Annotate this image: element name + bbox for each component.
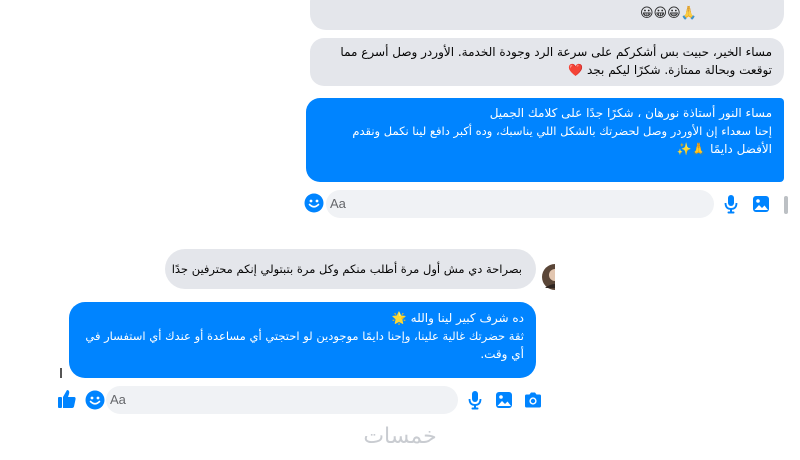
avatar [541, 264, 555, 290]
outgoing-message-line: إحنا سعداء إن الأوردر وصل لحضرتك بالشكل … [352, 124, 772, 138]
like-icon[interactable] [57, 388, 77, 410]
incoming-message-bubble: مساء الخير، حبيت بس أشكركم على سرعة الرد… [310, 38, 784, 86]
composer-more-indicator [784, 196, 788, 214]
watermark-text: خمسات [363, 424, 437, 449]
message-input[interactable]: Aa [326, 190, 714, 218]
outgoing-message-line: أي وقت. [480, 347, 524, 361]
message-input-placeholder: Aa [330, 196, 346, 211]
incoming-message-line: مساء الخير، حبيت بس أشكركم على سرعة الرد… [340, 45, 772, 59]
message-input-placeholder: Aa [110, 392, 126, 407]
outgoing-message-line: ثقة حضرتك غالية علينا، وإحنا دايمًا موجو… [85, 329, 524, 343]
microphone-icon[interactable] [468, 390, 482, 410]
outgoing-message-line: الأفضل دايمًا 🙏✨ [318, 140, 772, 158]
outgoing-message-text: ده شرف كبير لينا والله [410, 311, 524, 325]
outgoing-message-line: ده شرف كبير لينا والله 🌟 [81, 309, 524, 327]
image-icon[interactable] [495, 391, 513, 409]
incoming-message-line: توقعت وبحالة ممتازة. شكرًا ليكم بجد ❤️ [322, 61, 772, 79]
watermark-logo: خمسات [340, 424, 460, 456]
star-emoji: 🌟 [391, 311, 407, 325]
message-input[interactable]: Aa [106, 386, 458, 414]
outgoing-message-line: مساء النور أستاذة نورهان ، شكرًا جدًا عل… [489, 106, 772, 120]
text-cursor [60, 368, 62, 378]
previous-message-emoji: 😀😀😀🙏 [640, 6, 697, 21]
outgoing-message-text: الأفضل دايمًا [710, 142, 772, 156]
smiley-icon[interactable] [85, 390, 105, 410]
incoming-message-bubble: بصراحة دي مش أول مرة أطلب منكم وكل مرة ب… [165, 249, 536, 289]
chat1-panel: 😀😀😀🙏 مساء الخير، حبيت بس أشكركم على سرعة… [300, 0, 790, 225]
pray-sparkle-emoji: 🙏✨ [676, 142, 707, 156]
camera-icon[interactable] [523, 391, 543, 409]
heart-emoji: ❤️ [568, 63, 584, 77]
outgoing-message-bubble: ده شرف كبير لينا والله 🌟 ثقة حضرتك غالية… [69, 302, 536, 378]
previous-message-bubble: 😀😀😀🙏 [310, 0, 784, 30]
microphone-icon[interactable] [724, 194, 738, 214]
incoming-message-text: بصراحة دي مش أول مرة أطلب منكم وكل مرة ب… [171, 262, 522, 276]
incoming-message-text: توقعت وبحالة ممتازة. شكرًا ليكم بجد [587, 63, 772, 77]
image-icon[interactable] [752, 195, 770, 213]
outgoing-message-bubble: مساء النور أستاذة نورهان ، شكرًا جدًا عل… [306, 98, 784, 182]
smiley-icon[interactable] [304, 193, 324, 213]
